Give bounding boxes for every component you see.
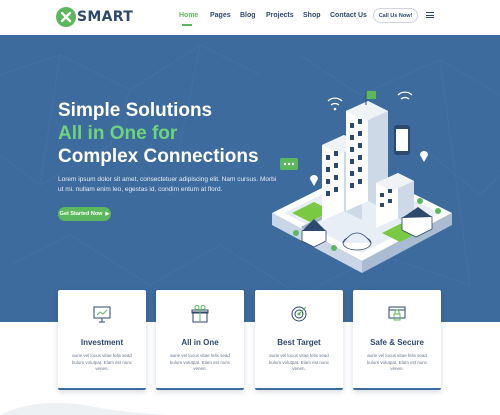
- gift-box-icon: [191, 305, 209, 323]
- feature-text: aurie vel locus vitae felis sead bulum v…: [268, 353, 330, 371]
- feature-title: All in One: [181, 338, 219, 347]
- feature-title: Investment: [80, 338, 124, 347]
- feature-card-best-target[interactable]: Best Target aurie vel locus vitae felis …: [255, 290, 343, 390]
- hamburger-menu-icon[interactable]: [426, 12, 434, 18]
- nav-pages[interactable]: Pages: [210, 12, 231, 19]
- hero-title-line1: Simple Solutions: [58, 100, 213, 121]
- site-header: SMART Home Pages Blog Projects Shop Cont…: [0, 0, 500, 35]
- feature-text: aurie vel locus vitae felis sead bulum v…: [169, 353, 231, 371]
- secure-lock-icon: [388, 306, 406, 321]
- nav-blog[interactable]: Blog: [240, 12, 256, 19]
- main-nav: Home Pages Blog Projects Shop Contact Us: [0, 12, 500, 26]
- target-icon: [291, 306, 307, 322]
- nav-contact[interactable]: Contact Us: [330, 12, 367, 19]
- hero-title: Simple Solutions All in One for Complex …: [58, 99, 259, 168]
- smart-city-illustration: [272, 91, 452, 273]
- nav-home[interactable]: Home: [179, 12, 198, 26]
- get-started-label: Get Started Now: [59, 211, 103, 217]
- call-us-button[interactable]: Call Us Now!: [373, 8, 418, 23]
- feature-text: aurie vel locus vitae felis sead bulum v…: [366, 353, 428, 371]
- feature-text: aurie vel locus vitae felis sead bulum v…: [71, 353, 133, 371]
- feature-title: Safe & Secure: [370, 338, 424, 347]
- feature-card-safe-secure[interactable]: Safe & Secure aurie vel locus vitae feli…: [353, 290, 441, 390]
- hero-description: Lorem ipsum dolor sit amet, consectetuer…: [58, 176, 277, 193]
- decorative-wave: [0, 402, 180, 415]
- presentation-chart-icon: [93, 306, 111, 323]
- hero-section: Simple Solutions All in One for Complex …: [0, 35, 500, 322]
- nav-projects[interactable]: Projects: [266, 12, 294, 19]
- feature-card-all-in-one[interactable]: All in One aurie vel locus vitae felis s…: [156, 290, 244, 390]
- get-started-button[interactable]: Get Started Now ▶: [58, 207, 111, 221]
- chevron-right-icon: ▶: [105, 211, 110, 217]
- features-section: Investment aurie vel locus vitae felis s…: [0, 290, 500, 390]
- feature-title: Best Target: [277, 338, 321, 347]
- nav-shop[interactable]: Shop: [303, 12, 321, 19]
- feature-card-investment[interactable]: Investment aurie vel locus vitae felis s…: [58, 290, 146, 390]
- hero-title-line2: All in One for: [58, 123, 178, 144]
- hero-title-line3: Complex Connections: [58, 146, 259, 167]
